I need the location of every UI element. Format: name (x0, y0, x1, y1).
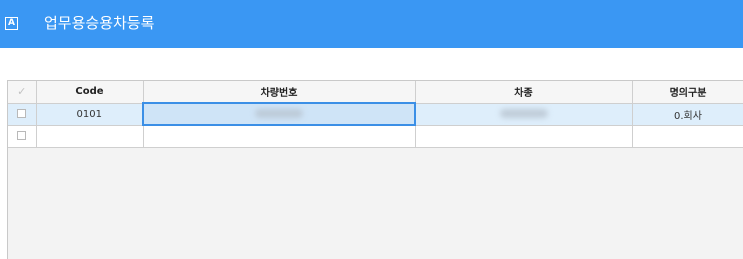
app-letter-icon: A (5, 17, 18, 30)
header-check-column[interactable]: ✓ (8, 81, 37, 104)
plate-number-cell[interactable] (143, 125, 416, 148)
code-cell[interactable] (36, 125, 144, 148)
check-all-icon[interactable]: ✓ (17, 85, 26, 98)
column-header-plate-number[interactable]: 차량번호 (143, 81, 416, 104)
vehicle-type-cell[interactable] (415, 125, 633, 148)
column-header-ownership[interactable]: 명의구분 (632, 81, 743, 104)
vehicle-grid[interactable]: ✓ Code 차량번호 차종 명의구분 0101 0.회사 (7, 80, 743, 259)
row-checkbox[interactable] (17, 109, 27, 118)
table-row[interactable] (8, 125, 743, 148)
redacted-vehicle-type (499, 109, 548, 118)
vehicle-table: ✓ Code 차량번호 차종 명의구분 0101 0.회사 (8, 81, 743, 148)
header-row: ✓ Code 차량번호 차종 명의구분 (8, 81, 743, 104)
ownership-cell[interactable] (632, 125, 743, 148)
row-checkbox-cell[interactable] (8, 125, 37, 148)
plate-number-cell[interactable] (142, 102, 416, 126)
ownership-cell[interactable]: 0.회사 (632, 103, 743, 126)
code-cell[interactable]: 0101 (36, 103, 144, 126)
column-header-code[interactable]: Code (36, 81, 144, 104)
vehicle-type-cell[interactable] (415, 103, 633, 126)
row-checkbox[interactable] (17, 131, 27, 140)
redacted-plate-number (255, 109, 303, 118)
row-checkbox-cell[interactable] (8, 103, 37, 126)
column-header-vehicle-type[interactable]: 차종 (415, 81, 633, 104)
table-row[interactable]: 0101 0.회사 (8, 102, 743, 126)
window-title: 업무용승용차등록 (44, 14, 155, 32)
app-icon-letter: A (8, 18, 15, 28)
title-bar: A 업무용승용차등록 (0, 0, 743, 48)
